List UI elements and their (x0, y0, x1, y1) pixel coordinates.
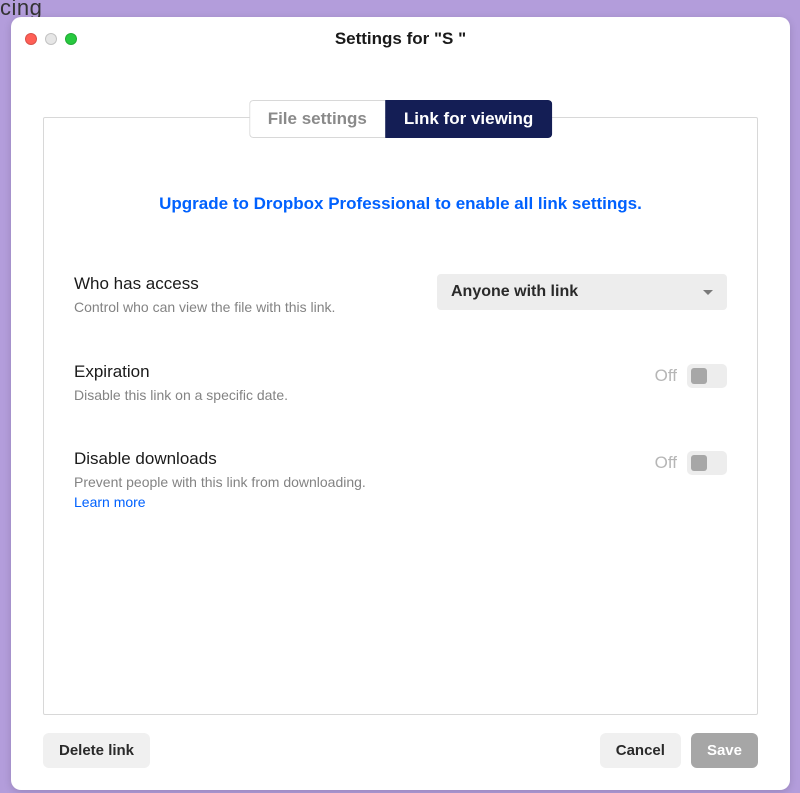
dialog-footer: Delete link Cancel Save (43, 733, 758, 768)
maximize-window-button[interactable] (65, 33, 77, 45)
cancel-button[interactable]: Cancel (600, 733, 681, 768)
setting-expiration: Expiration Disable this link on a specif… (74, 362, 727, 406)
who-has-access-title: Who has access (74, 274, 335, 294)
toggle-knob (691, 455, 707, 471)
settings-panel: File settings Link for viewing Upgrade t… (43, 117, 758, 715)
who-has-access-value: Anyone with link (451, 283, 578, 301)
upgrade-upsell-link[interactable]: Upgrade to Dropbox Professional to enabl… (74, 194, 727, 214)
learn-more-link[interactable]: Learn more (74, 494, 146, 510)
delete-link-button[interactable]: Delete link (43, 733, 150, 768)
tab-file-settings[interactable]: File settings (249, 100, 385, 138)
settings-dialog: Settings for "S " File settings Link for… (11, 17, 790, 790)
window-titlebar: Settings for "S " (11, 17, 790, 61)
who-has-access-desc: Control who can view the file with this … (74, 298, 335, 318)
setting-disable-downloads: Disable downloads Prevent people with th… (74, 449, 727, 512)
disable-downloads-desc: Prevent people with this link from downl… (74, 473, 374, 512)
minimize-window-button[interactable] (45, 33, 57, 45)
toggle-knob (691, 368, 707, 384)
disable-downloads-state-label: Off (655, 453, 677, 473)
traffic-lights (11, 33, 77, 45)
save-button[interactable]: Save (691, 733, 758, 768)
who-has-access-dropdown[interactable]: Anyone with link (437, 274, 727, 310)
window-title: Settings for "S " (11, 29, 790, 49)
setting-who-has-access: Who has access Control who can view the … (74, 274, 727, 318)
expiration-toggle[interactable] (687, 364, 727, 388)
expiration-state-label: Off (655, 366, 677, 386)
disable-downloads-title: Disable downloads (74, 449, 374, 469)
expiration-desc: Disable this link on a specific date. (74, 386, 288, 406)
tab-bar: File settings Link for viewing (249, 100, 553, 138)
disable-downloads-desc-text: Prevent people with this link from downl… (74, 474, 366, 490)
close-window-button[interactable] (25, 33, 37, 45)
expiration-title: Expiration (74, 362, 288, 382)
tab-link-for-viewing[interactable]: Link for viewing (385, 100, 552, 138)
chevron-down-icon (703, 290, 713, 295)
disable-downloads-toggle[interactable] (687, 451, 727, 475)
